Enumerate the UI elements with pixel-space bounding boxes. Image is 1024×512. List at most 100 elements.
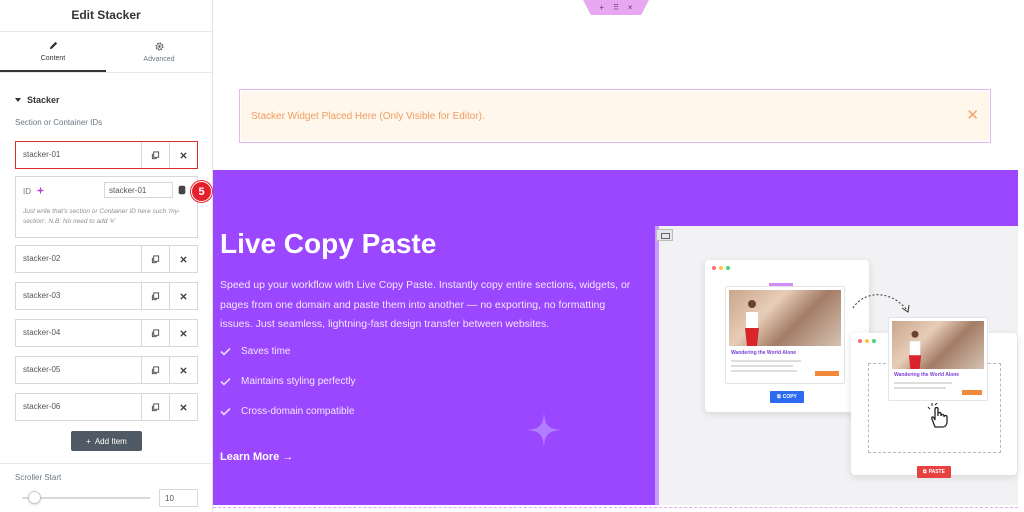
- repeater-item-title[interactable]: stacker-05: [16, 357, 141, 383]
- duplicate-button[interactable]: [141, 283, 169, 309]
- repeater-item-panel: ID Just write that's section or Containe…: [15, 176, 198, 238]
- repeater-item[interactable]: stacker-02: [15, 245, 198, 273]
- tab-content[interactable]: Content: [0, 32, 106, 72]
- sparkle-icon: [526, 412, 562, 448]
- paste-button: ⧉ PASTE: [917, 466, 951, 478]
- text-line: [894, 382, 952, 384]
- feature-item: Maintains styling perfectly: [220, 376, 356, 387]
- destination-window: Wandering the World Alone ⧉ PASTE: [851, 317, 1017, 478]
- paste-icon: ⧉: [923, 469, 927, 475]
- window-dots: [712, 266, 730, 270]
- plus-icon: +: [86, 436, 91, 446]
- hero-description: Speed up your workflow with Live Copy Pa…: [220, 279, 631, 330]
- pencil-icon: [49, 41, 57, 50]
- editor-panel: Edit Stacker Content Advanced Stacker Se…: [0, 0, 213, 512]
- repeater-item[interactable]: stacker-03: [15, 282, 198, 310]
- close-icon: [180, 255, 187, 263]
- dashed-arrow-icon: [852, 294, 910, 313]
- close-icon: [180, 292, 187, 300]
- duplicate-icon: [151, 254, 160, 263]
- scroller-start-input[interactable]: [159, 489, 198, 507]
- card-photo: [892, 321, 984, 369]
- slider-handle[interactable]: [27, 491, 41, 504]
- card-button: [815, 371, 839, 376]
- remove-button[interactable]: [169, 246, 197, 272]
- close-icon: [180, 366, 187, 374]
- paste-label: PASTE: [928, 469, 945, 475]
- scroller-start-label: Scroller Start: [15, 473, 62, 482]
- remove-button[interactable]: [169, 283, 197, 309]
- image-widget-icon[interactable]: [656, 229, 673, 241]
- learn-more-link[interactable]: Learn More →: [220, 451, 293, 463]
- repeater-item[interactable]: stacker-04: [15, 319, 198, 347]
- duplicate-icon: [151, 150, 160, 159]
- section-handle[interactable]: + ⠿ ×: [583, 0, 649, 15]
- close-icon: [180, 403, 187, 411]
- text-line: [731, 370, 797, 372]
- ai-sparkle-icon[interactable]: [36, 186, 45, 195]
- copy-label: COPY: [782, 394, 797, 400]
- text-line: [894, 387, 946, 389]
- repeater-item[interactable]: stacker-06: [15, 393, 198, 421]
- remove-button[interactable]: [169, 394, 197, 420]
- duplicate-button[interactable]: [141, 394, 169, 420]
- editor-canvas: + ⠿ × Stacker Widget Placed Here (Only V…: [213, 0, 1024, 512]
- feature-text: Maintains styling perfectly: [241, 376, 356, 387]
- window-dots: [858, 339, 876, 343]
- add-item-button[interactable]: + Add Item: [71, 431, 142, 451]
- content-card: Wandering the World Alone: [888, 317, 988, 401]
- repeater-item-title[interactable]: stacker-04: [16, 320, 141, 346]
- feature-text: Saves time: [241, 346, 291, 357]
- content-card: Wandering the World Alone: [725, 286, 845, 384]
- duplicate-button[interactable]: [141, 320, 169, 346]
- feature-item: Saves time: [220, 346, 290, 357]
- repeater-item-title[interactable]: stacker-03: [16, 283, 141, 309]
- notice-text: Stacker Widget Placed Here (Only Visible…: [251, 110, 485, 122]
- repeater-item-title[interactable]: stacker-01: [16, 142, 141, 168]
- check-icon: [220, 407, 231, 416]
- close-icon[interactable]: ✕: [966, 106, 979, 124]
- repeater-item-title[interactable]: stacker-02: [16, 246, 141, 272]
- repeater-item-title[interactable]: stacker-06: [16, 394, 141, 420]
- woman-figure: [908, 330, 922, 369]
- duplicate-button[interactable]: [141, 357, 169, 383]
- close-icon: [180, 329, 187, 337]
- remove-button[interactable]: [169, 357, 197, 383]
- hero-section[interactable]: Live Copy Paste Speed up your workflow w…: [213, 170, 1018, 505]
- duplicate-button[interactable]: [141, 246, 169, 272]
- duplicate-icon: [151, 365, 160, 374]
- tab-advanced[interactable]: Advanced: [106, 32, 212, 72]
- scroller-start-slider[interactable]: [22, 497, 150, 499]
- add-section-icon[interactable]: +: [599, 3, 604, 12]
- card-button: [962, 390, 982, 395]
- repeater-item[interactable]: stacker-01: [15, 141, 198, 169]
- check-icon: [220, 377, 231, 386]
- section-title: Stacker: [27, 95, 60, 105]
- panel-title: Edit Stacker: [0, 0, 212, 32]
- divider: [0, 463, 213, 464]
- hand-cursor-icon: [927, 403, 948, 428]
- duplicate-icon: [151, 328, 160, 337]
- remove-button[interactable]: [169, 142, 197, 168]
- drag-handle-icon[interactable]: ⠿: [613, 3, 619, 12]
- ids-label: Section or Container IDs: [15, 118, 103, 127]
- card-photo: [729, 290, 841, 346]
- card-title: Wandering the World Alone: [894, 372, 960, 378]
- id-help-text: Just write that's section or Container I…: [23, 208, 181, 225]
- remove-button[interactable]: [169, 320, 197, 346]
- id-input[interactable]: [104, 182, 173, 198]
- panel-tabs: Content Advanced: [0, 32, 212, 73]
- dynamic-tags-icon[interactable]: [178, 185, 186, 195]
- hero-title: Live Copy Paste: [220, 228, 437, 259]
- text-line: [731, 360, 801, 362]
- step-badge: 5: [191, 181, 212, 202]
- woman-figure: [745, 300, 759, 346]
- close-section-icon[interactable]: ×: [628, 3, 633, 12]
- id-label: ID: [23, 187, 31, 196]
- section-toggle-stacker[interactable]: Stacker: [0, 88, 212, 112]
- card-title: Wandering the World Alone: [731, 350, 797, 356]
- duplicate-button[interactable]: [141, 142, 169, 168]
- repeater-item[interactable]: stacker-05: [15, 356, 198, 384]
- copy-icon: ⧉: [777, 394, 781, 400]
- text-line: [731, 365, 793, 367]
